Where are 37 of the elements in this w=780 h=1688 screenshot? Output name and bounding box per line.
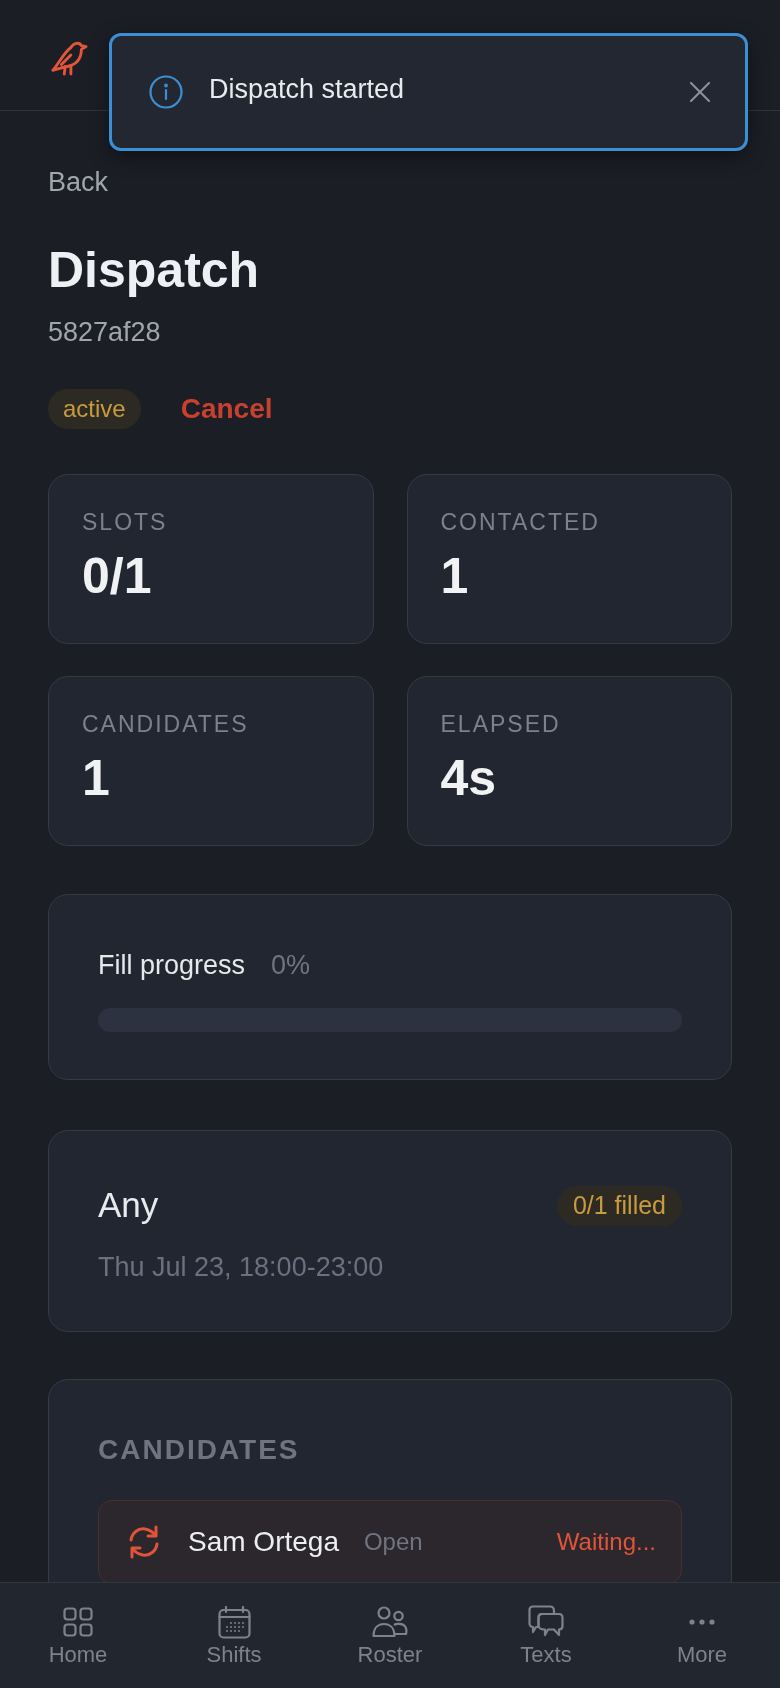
nav-tab[interactable]: Texts (468, 1583, 624, 1688)
stat-value: 1 (82, 750, 110, 806)
nav-tab[interactable]: More (624, 1583, 780, 1688)
toast-message: Dispatch started (209, 72, 405, 106)
nav-tab[interactable]: Roster (312, 1583, 468, 1688)
shift-time: Thu Jul 23, 18:00-23:00 (98, 1251, 384, 1283)
stat-label: CANDIDATES (82, 710, 249, 738)
info-icon (149, 75, 183, 109)
grid-icon (63, 1607, 93, 1637)
fill-badge: 0/1 filled (556, 1186, 682, 1226)
close-icon (690, 82, 710, 102)
stat-value: 4s (440, 750, 497, 806)
status-badge: active (48, 389, 141, 429)
progress-reading: 0% (271, 949, 311, 981)
more-dots-icon (689, 1619, 715, 1625)
close-button[interactable] (689, 81, 711, 103)
dispatch-id: 5827af28 (48, 316, 161, 348)
shift-role: Any (98, 1184, 159, 1225)
cancel-button[interactable]: Cancel (180, 388, 273, 430)
section-heading: CANDIDATES (98, 1434, 300, 1466)
people-icon (372, 1606, 408, 1638)
nav-tab[interactable]: Shifts (156, 1583, 312, 1688)
stat-value: 1 (440, 548, 469, 604)
back-link[interactable]: Back (48, 166, 109, 198)
candidate-row[interactable]: Sam Ortega Open Waiting... (98, 1500, 682, 1582)
stat-label: SLOTS (82, 508, 168, 536)
nav-tab[interactable]: Home (0, 1583, 156, 1688)
calendar-icon (217, 1605, 251, 1639)
stat-value: 0/1 (82, 548, 152, 604)
stat-label: ELAPSED (440, 710, 561, 738)
chat-bubbles-icon (528, 1605, 564, 1639)
stat-label: CONTACTED (440, 508, 600, 536)
candidate-channel: Open (363, 1527, 423, 1557)
page-title: Dispatch (48, 242, 260, 298)
candidate-name: Sam Ortega (188, 1525, 339, 1559)
progress-label: Fill progress (98, 949, 246, 981)
candidate-status: Waiting... (556, 1527, 656, 1557)
